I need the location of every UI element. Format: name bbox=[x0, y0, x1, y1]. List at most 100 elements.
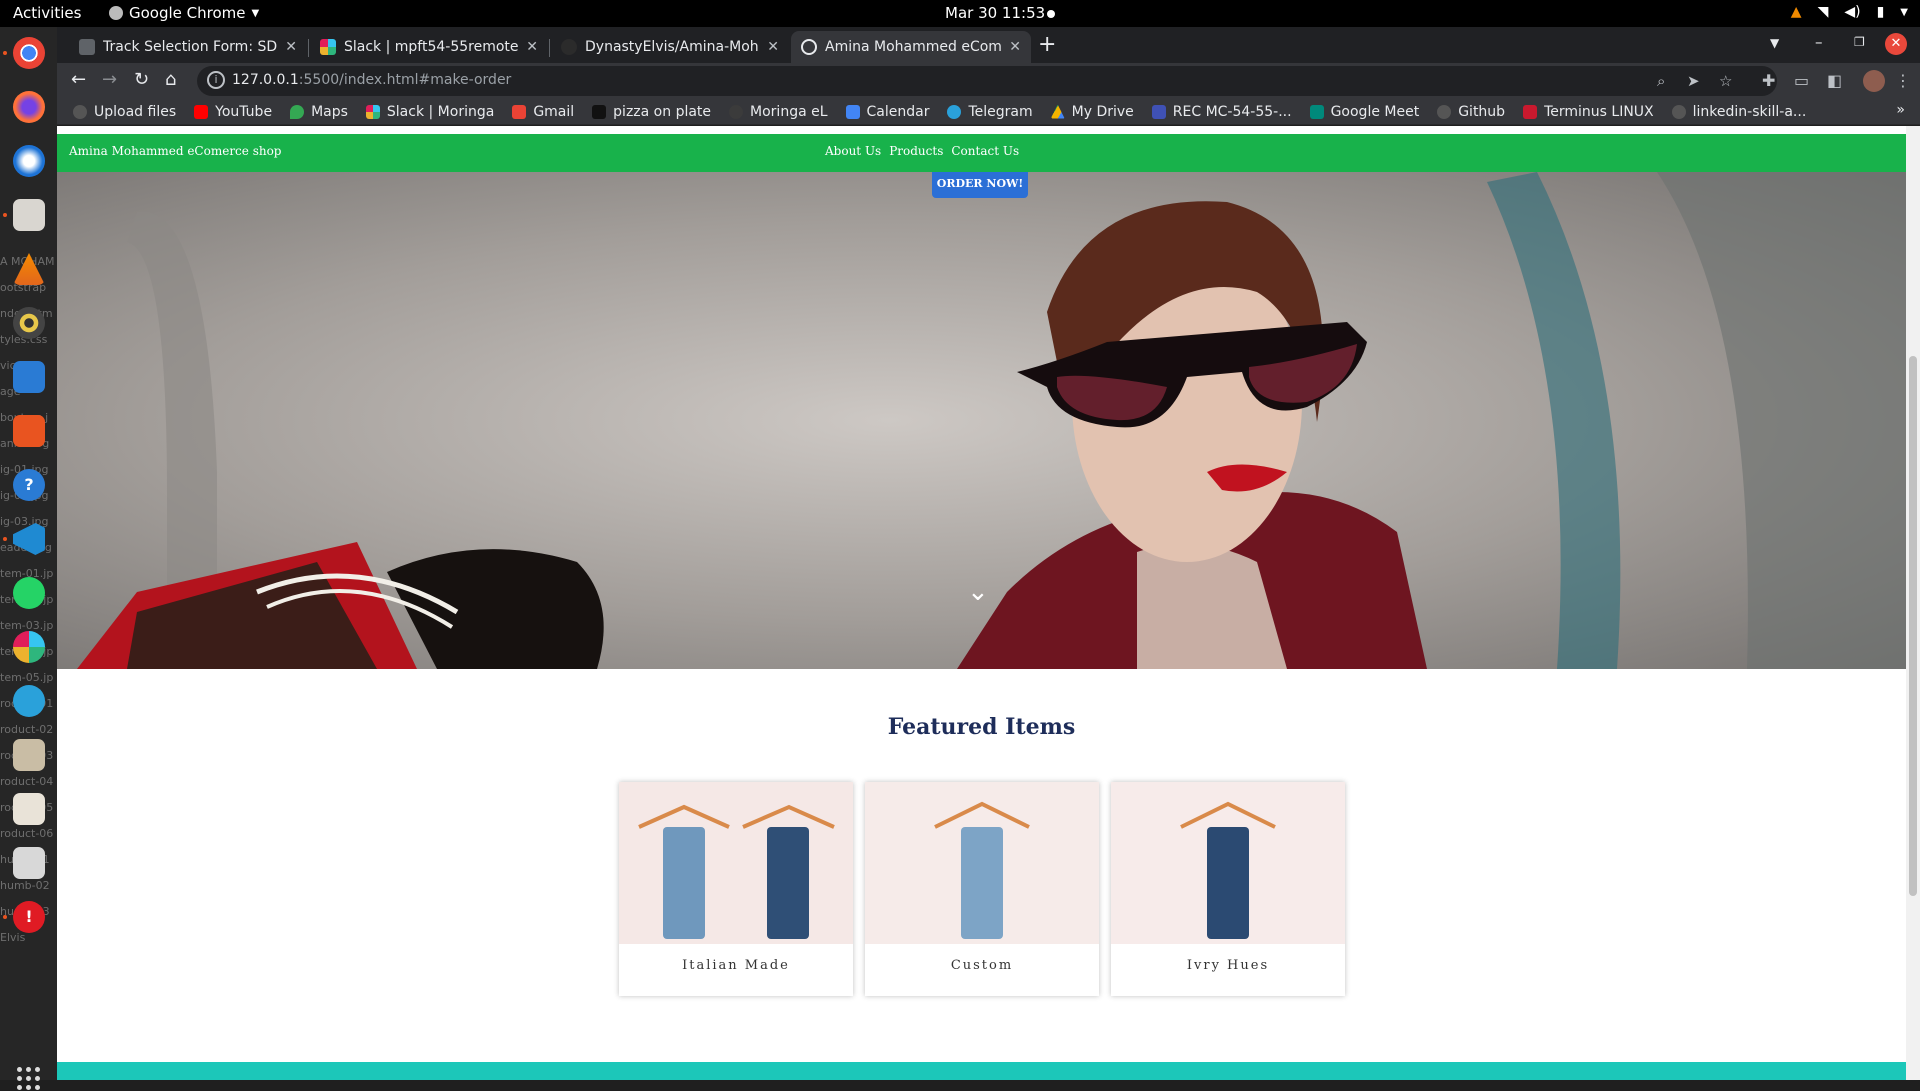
firefox-dock-icon[interactable] bbox=[13, 91, 45, 123]
bookmark-moringa[interactable]: Moringa eL bbox=[729, 104, 828, 120]
bookmark-rec[interactable]: REC MC-54-55-... bbox=[1151, 104, 1292, 120]
slack-dock-icon[interactable] bbox=[13, 631, 45, 663]
close-tab-icon[interactable]: ✕ bbox=[1009, 39, 1021, 55]
footer-band bbox=[57, 1062, 1906, 1080]
alert-dock-icon[interactable]: ! bbox=[13, 901, 45, 933]
zoom-icon[interactable]: ⌕ bbox=[1657, 72, 1665, 90]
app-menu[interactable]: Google Chrome ▼ bbox=[109, 4, 259, 22]
tab-amina-shop[interactable]: Amina Mohammed eCom ✕ bbox=[791, 31, 1031, 63]
notification-dot-icon bbox=[1047, 10, 1055, 18]
tab-label: Amina Mohammed eCom bbox=[825, 39, 1002, 55]
tab-search-icon[interactable]: ▼ bbox=[1770, 36, 1779, 50]
jeans-on-hangers-image bbox=[619, 782, 853, 944]
bookmark-star-icon[interactable]: ☆ bbox=[1719, 72, 1732, 90]
bookmark-label: Google Meet bbox=[1330, 103, 1420, 120]
close-tab-icon[interactable]: ✕ bbox=[285, 39, 297, 55]
site-brand[interactable]: Amina Mohammed eComerce shop bbox=[69, 144, 281, 158]
tab-label: DynastyElvis/Amina-Moh bbox=[585, 39, 759, 55]
telegram-dock-icon[interactable] bbox=[13, 685, 45, 717]
tab-github-repo[interactable]: DynastyElvis/Amina-Moh ✕ bbox=[551, 31, 789, 63]
nav-products[interactable]: Products bbox=[889, 144, 943, 158]
page-scrollbar[interactable] bbox=[1906, 126, 1920, 1080]
system-menu-arrow-icon[interactable]: ▼ bbox=[1900, 7, 1908, 18]
bookmark-telegram[interactable]: Telegram bbox=[947, 104, 1033, 120]
screenshot-dock-icon[interactable] bbox=[13, 793, 45, 825]
reload-icon[interactable]: ↻ bbox=[134, 69, 149, 90]
bookmark-github[interactable]: Github bbox=[1437, 104, 1505, 120]
chevron-down-icon[interactable]: ⌄ bbox=[967, 577, 989, 607]
rhythmbox-dock-icon[interactable] bbox=[13, 307, 45, 339]
bookmark-pizza[interactable]: pizza on plate bbox=[592, 104, 711, 120]
close-window-icon[interactable]: ✕ bbox=[1885, 33, 1907, 55]
send-icon[interactable]: ➤ bbox=[1687, 72, 1700, 90]
github-icon bbox=[1671, 104, 1686, 119]
product-card[interactable]: Italian Made bbox=[619, 782, 853, 996]
product-image bbox=[619, 782, 853, 944]
more-bookmarks-icon[interactable]: » bbox=[1896, 102, 1905, 118]
bookmark-linkedin-skill[interactable]: linkedin-skill-a... bbox=[1671, 104, 1806, 120]
browser-tab-strip: Track Selection Form: SD ✕ Slack | mpft5… bbox=[57, 27, 1920, 63]
tab-slack[interactable]: Slack | mpft54-55remote ✕ bbox=[310, 31, 548, 63]
bookmark-maps[interactable]: Maps bbox=[290, 104, 348, 120]
tab-divider bbox=[308, 39, 309, 57]
url-host: 127.0.0.1 bbox=[232, 72, 299, 88]
hero-banner: ORDER NOW! ⌄ bbox=[57, 172, 1906, 669]
files-dock-icon[interactable] bbox=[13, 199, 45, 231]
software-center-dock-icon[interactable] bbox=[13, 415, 45, 447]
image-icon bbox=[592, 104, 607, 119]
system-tray[interactable]: ▲ ◥ ◀) ▮ ▼ bbox=[1791, 4, 1908, 20]
address-bar[interactable]: i 127.0.0.1:5500/index.html#make-order ⌕… bbox=[197, 66, 1777, 96]
vlc-tray-icon[interactable]: ▲ bbox=[1791, 4, 1802, 20]
extensions-icon[interactable]: ✚ bbox=[1762, 71, 1775, 90]
tab-track-selection[interactable]: Track Selection Form: SD ✕ bbox=[69, 31, 307, 63]
forward-icon[interactable]: → bbox=[102, 69, 117, 90]
restore-icon[interactable]: ❐ bbox=[1854, 35, 1865, 49]
wifi-icon[interactable]: ◥ bbox=[1818, 4, 1829, 20]
chrome-dock-icon[interactable] bbox=[13, 37, 45, 69]
whatsapp-dock-icon[interactable] bbox=[13, 577, 45, 609]
help-dock-icon[interactable]: ? bbox=[13, 469, 45, 501]
clock[interactable]: Mar 30 11:53 bbox=[945, 4, 1045, 22]
product-card[interactable]: Custom bbox=[865, 782, 1099, 996]
home-icon[interactable]: ⌂ bbox=[165, 69, 176, 90]
volume-icon[interactable]: ◀) bbox=[1844, 4, 1860, 20]
minimize-icon[interactable]: – bbox=[1815, 33, 1823, 51]
thunderbird-dock-icon[interactable] bbox=[13, 145, 45, 177]
show-apps-icon[interactable] bbox=[17, 1067, 41, 1091]
bookmark-meet[interactable]: Google Meet bbox=[1309, 103, 1420, 120]
bookmark-terminus[interactable]: Terminus LINUX bbox=[1523, 104, 1654, 120]
url-text[interactable]: 127.0.0.1:5500/index.html#make-order bbox=[232, 72, 511, 88]
menu-kebab-icon[interactable]: ⋮ bbox=[1895, 71, 1911, 90]
product-card[interactable]: Ivry Hues bbox=[1111, 782, 1345, 996]
page-favicon-icon bbox=[79, 39, 95, 55]
bookmark-youtube[interactable]: YouTube bbox=[194, 104, 272, 120]
bookmark-drive[interactable]: My Drive bbox=[1050, 104, 1134, 120]
bookmark-calendar[interactable]: Calendar bbox=[845, 104, 929, 120]
calendar-icon bbox=[845, 104, 860, 119]
archive-dock-icon[interactable] bbox=[13, 739, 45, 771]
nav-contact-us[interactable]: Contact Us bbox=[951, 144, 1019, 158]
bookmark-gmail[interactable]: Gmail bbox=[512, 104, 574, 120]
new-tab-icon[interactable]: + bbox=[1038, 32, 1056, 57]
dock: A MOHAMootstrapndex.htmtyles.cssvicagebo… bbox=[0, 27, 57, 1090]
scrollbar-thumb[interactable] bbox=[1909, 356, 1917, 896]
search-tool-dock-icon[interactable] bbox=[13, 847, 45, 879]
product-image bbox=[1111, 782, 1345, 944]
cast-icon[interactable]: ▭ bbox=[1794, 71, 1809, 90]
battery-icon[interactable]: ▮ bbox=[1877, 4, 1885, 20]
profile-avatar[interactable] bbox=[1863, 70, 1885, 92]
activities-button[interactable]: Activities bbox=[13, 4, 81, 22]
bookmark-upload-files[interactable]: Upload files bbox=[73, 104, 176, 120]
site-info-icon[interactable]: i bbox=[207, 71, 225, 89]
product-name: Ivry Hues bbox=[1186, 958, 1270, 973]
back-icon[interactable]: ← bbox=[71, 69, 86, 90]
bookmark-label: Terminus LINUX bbox=[1544, 103, 1654, 120]
close-tab-icon[interactable]: ✕ bbox=[767, 39, 779, 55]
side-panel-icon[interactable]: ◧ bbox=[1827, 71, 1842, 90]
bookmark-slack[interactable]: Slack | Moringa bbox=[365, 104, 494, 120]
order-now-button[interactable]: ORDER NOW! bbox=[932, 172, 1028, 198]
writer-dock-icon[interactable] bbox=[13, 361, 45, 393]
nav-about-us[interactable]: About Us bbox=[825, 144, 881, 158]
close-tab-icon[interactable]: ✕ bbox=[526, 39, 538, 55]
running-indicator bbox=[3, 213, 7, 217]
